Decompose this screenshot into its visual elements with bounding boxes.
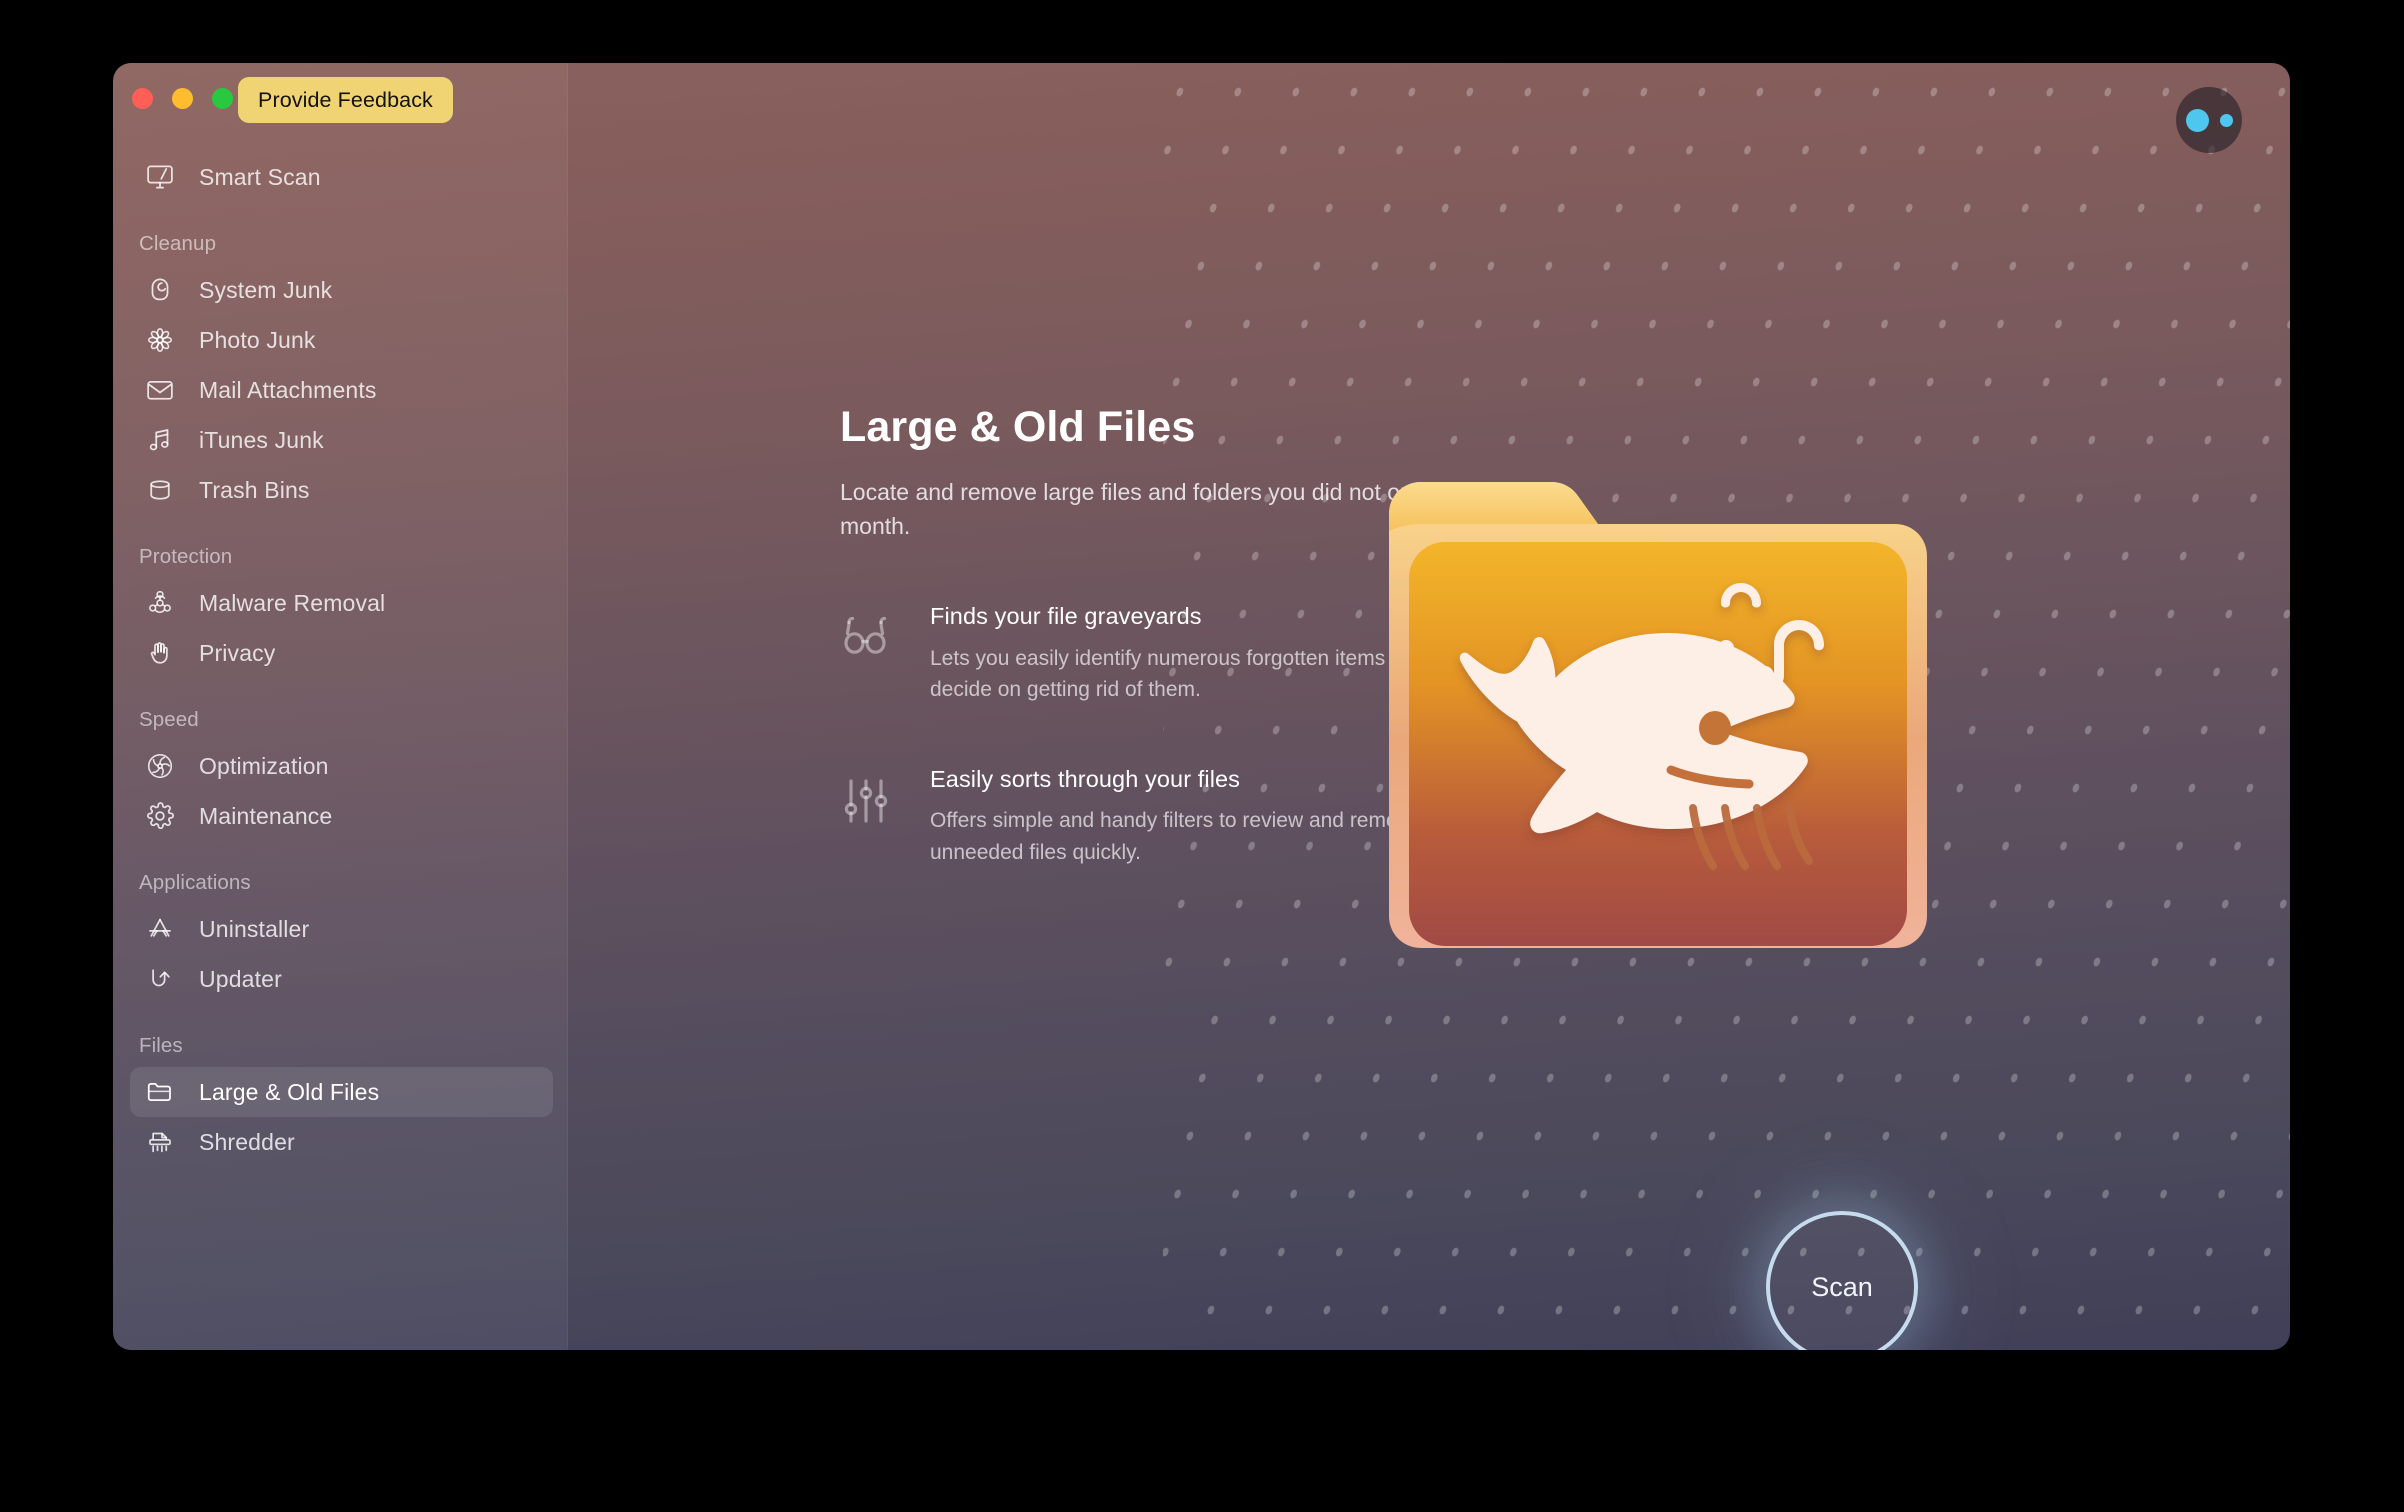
sidebar-group-applications: Applications xyxy=(139,871,251,894)
hand-icon xyxy=(139,636,181,670)
flower-icon xyxy=(139,323,181,357)
sidebar: Provide Feedback Smart Scan Cleanup Syst… xyxy=(113,63,568,1350)
sidebar-item-optimization[interactable]: Optimization xyxy=(130,741,553,791)
status-dot-large-icon xyxy=(2185,108,2209,132)
update-arrow-icon xyxy=(139,962,181,996)
sidebar-item-smart-scan[interactable]: Smart Scan xyxy=(130,152,553,202)
sidebar-item-label: Shredder xyxy=(199,1128,295,1155)
sidebar-item-label: Malware Removal xyxy=(199,589,386,616)
sidebar-item-label: iTunes Junk xyxy=(199,426,324,453)
sidebar-item-label: System Junk xyxy=(199,276,333,303)
sidebar-item-trash-bins[interactable]: Trash Bins xyxy=(130,465,553,515)
glasses-icon xyxy=(840,601,924,671)
main-content: Large & Old Files Locate and remove larg… xyxy=(568,63,2290,1350)
shredder-icon xyxy=(139,1125,181,1159)
sidebar-item-label: Privacy xyxy=(199,639,276,666)
system-junk-icon xyxy=(139,273,181,307)
sidebar-nav: Smart Scan Cleanup System Junk Photo Jun… xyxy=(113,152,567,1167)
biohazard-icon xyxy=(139,586,181,620)
sidebar-item-maintenance[interactable]: Maintenance xyxy=(130,791,553,841)
envelope-icon xyxy=(139,373,181,407)
sidebar-item-label: Mail Attachments xyxy=(199,376,377,403)
fan-icon xyxy=(139,749,181,783)
sidebar-item-label: Trash Bins xyxy=(199,476,310,503)
status-dot-small-icon xyxy=(2219,113,2233,127)
sidebar-item-shredder[interactable]: Shredder xyxy=(130,1117,553,1167)
sidebar-item-uninstaller[interactable]: Uninstaller xyxy=(130,904,553,954)
app-window: Provide Feedback Smart Scan Cleanup Syst… xyxy=(113,63,2290,1350)
sidebar-group-files: Files xyxy=(139,1034,183,1057)
zoom-button[interactable] xyxy=(212,88,233,109)
sidebar-item-updater[interactable]: Updater xyxy=(130,954,553,1004)
sidebar-item-photo-junk[interactable]: Photo Junk xyxy=(130,315,553,365)
window-traffic-lights xyxy=(132,88,233,109)
sidebar-item-label: Large & Old Files xyxy=(199,1078,380,1105)
sidebar-item-label: Smart Scan xyxy=(199,163,321,190)
sidebar-item-label: Maintenance xyxy=(199,802,333,829)
gear-icon xyxy=(139,799,181,833)
sidebar-item-large-and-old-files[interactable]: Large & Old Files xyxy=(130,1067,553,1117)
display-icon xyxy=(139,160,181,194)
sidebar-item-system-junk[interactable]: System Junk xyxy=(130,265,553,315)
sidebar-item-label: Optimization xyxy=(199,752,329,779)
page-title: Large & Old Files xyxy=(840,403,1196,451)
sidebar-item-itunes-junk[interactable]: iTunes Junk xyxy=(130,415,553,465)
sidebar-item-mail-attachments[interactable]: Mail Attachments xyxy=(130,365,553,415)
sliders-icon xyxy=(840,764,924,834)
sidebar-item-label: Updater xyxy=(199,965,282,992)
close-button[interactable] xyxy=(132,88,153,109)
sidebar-item-privacy[interactable]: Privacy xyxy=(130,628,553,678)
minimize-button[interactable] xyxy=(172,88,193,109)
app-store-icon xyxy=(139,912,181,946)
music-note-icon xyxy=(139,423,181,457)
sidebar-group-cleanup: Cleanup xyxy=(139,232,217,255)
connection-status-badge[interactable] xyxy=(2176,87,2242,153)
scan-button[interactable]: Scan xyxy=(1766,1211,1918,1350)
sidebar-group-protection: Protection xyxy=(139,545,233,568)
whale-folder-icon xyxy=(1389,482,1927,948)
sidebar-item-label: Uninstaller xyxy=(199,915,310,942)
sidebar-group-speed: Speed xyxy=(139,708,199,731)
provide-feedback-button[interactable]: Provide Feedback xyxy=(238,77,453,123)
sidebar-item-label: Photo Junk xyxy=(199,326,316,353)
sidebar-item-malware-removal[interactable]: Malware Removal xyxy=(130,578,553,628)
trash-bin-icon xyxy=(139,473,181,507)
folder-icon xyxy=(139,1075,181,1109)
